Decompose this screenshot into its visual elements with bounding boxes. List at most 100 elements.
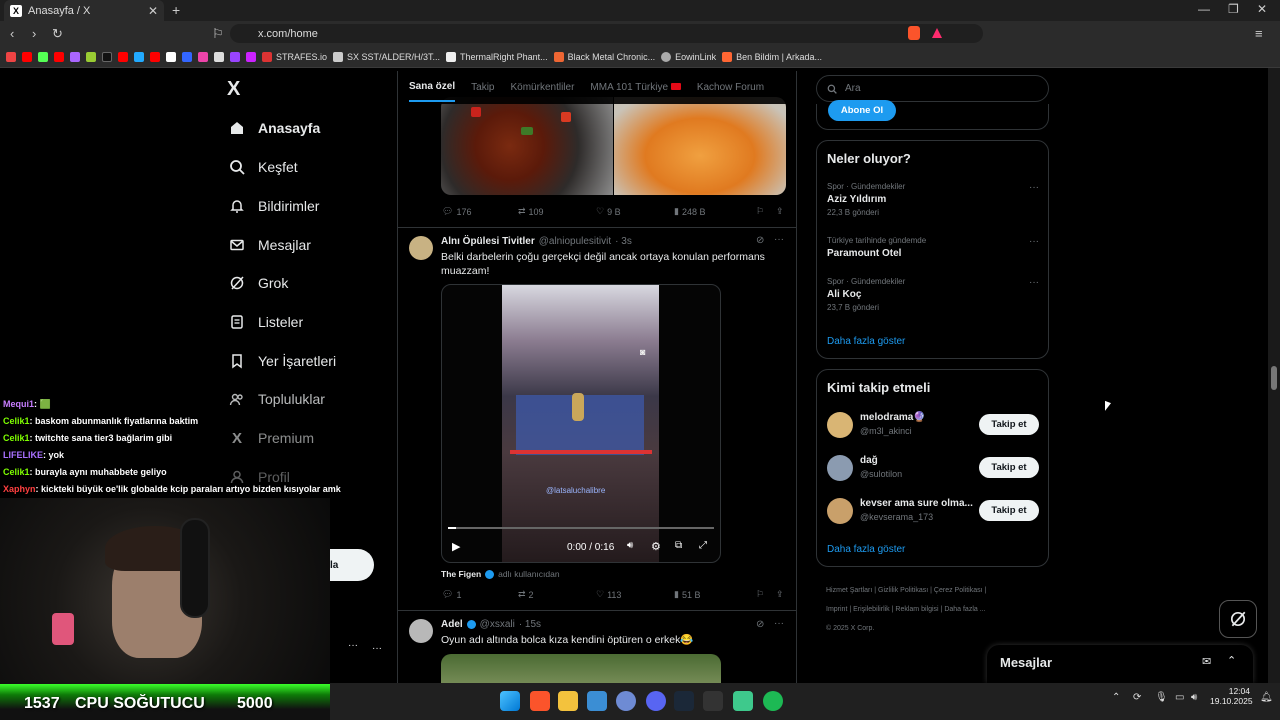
more-icon[interactable]: ··· <box>1029 182 1039 193</box>
x-icon[interactable] <box>166 51 176 62</box>
nav-explore[interactable]: Keşfet <box>228 158 298 176</box>
avatar[interactable] <box>409 236 433 260</box>
avatar[interactable] <box>409 619 433 643</box>
new-tab-button[interactable]: + <box>172 2 180 18</box>
search-input[interactable]: Ara <box>816 75 1049 102</box>
windows-start-icon[interactable] <box>500 691 520 711</box>
trend-item[interactable]: Türkiye tarihinde gündemde Paramount Ote… <box>827 236 1039 259</box>
nav-messages[interactable]: Mesajlar <box>228 236 311 254</box>
attribution-name[interactable]: The Figen <box>441 569 481 579</box>
reply-button[interactable]: 💬︎ 176 <box>442 206 518 217</box>
follow-button[interactable]: Takip et <box>979 457 1039 478</box>
video-player[interactable]: ◙ @latsaluchalibre ▶ 0:00 / 0:16 🔊︎ ⚙ ⧉ … <box>441 284 721 563</box>
follow-suggestion[interactable]: dağ @sulotilon Takip et <box>827 453 1039 483</box>
nav-premium[interactable]: X Premium <box>228 429 314 447</box>
pip-icon[interactable]: ⧉ <box>675 540 682 551</box>
nav-notifications[interactable]: Bildirimler <box>228 197 319 215</box>
network-icon[interactable]: ▭ <box>1175 692 1184 703</box>
food-image-right[interactable] <box>614 97 786 195</box>
author-name[interactable]: Alnı Öpülesi Tivitler <box>441 236 535 247</box>
trend-item[interactable]: Spor · Gündemdekiler Ali Koç 23,7 B gönd… <box>827 277 1039 312</box>
volume-icon[interactable]: 🔊︎ <box>1191 692 1197 703</box>
bookmark-favicon-icon[interactable] <box>86 51 96 62</box>
video-progress-bar[interactable] <box>448 527 714 529</box>
author-name[interactable]: Adel <box>441 619 463 630</box>
like-button[interactable]: ♡ 9 B <box>596 206 674 217</box>
bookmark-favicon-icon[interactable] <box>182 51 192 62</box>
tab-following[interactable]: Takip <box>471 82 494 93</box>
more-icon[interactable]: ··· <box>774 234 784 245</box>
author-handle[interactable]: @xsxali <box>480 619 515 630</box>
views-button[interactable]: ▮ 248 B <box>674 206 756 217</box>
bookmark-page-icon[interactable]: ⚐ <box>212 26 224 42</box>
footer-link[interactable]: Erişilebilirlik <box>853 606 890 613</box>
bookmark-icon[interactable]: ⚐ <box>756 206 776 217</box>
instagram-icon[interactable] <box>198 51 208 62</box>
tray-app-icon[interactable]: ⟳ <box>1133 692 1141 703</box>
follow-show-more-link[interactable]: Daha fazla göster <box>827 544 905 555</box>
settings-icon[interactable]: ⚙ <box>651 540 661 553</box>
twitch-icon[interactable] <box>70 51 80 62</box>
account-more-icon[interactable]: ··· <box>348 640 358 651</box>
page-scrollbar[interactable] <box>1268 68 1280 683</box>
trends-show-more-link[interactable]: Daha fazla göster <box>827 336 905 347</box>
discord-icon[interactable] <box>646 691 666 711</box>
views-button[interactable]: ▮ 51 B <box>674 589 756 600</box>
expand-icon[interactable]: ⌃ <box>1227 654 1236 667</box>
footer-link[interactable]: Çerez Politikası <box>934 587 983 594</box>
messages-dock[interactable]: Mesajlar ✉ ⌃ <box>987 645 1253 683</box>
reply-button[interactable]: 💬︎ 1 <box>442 589 518 600</box>
account-menu-icon[interactable]: ··· <box>372 643 382 654</box>
fullscreen-icon[interactable]: ⤢ <box>699 540 707 551</box>
youtube-icon[interactable] <box>54 51 64 62</box>
subscribe-button[interactable]: Abone Ol <box>828 100 896 121</box>
retweet-button[interactable]: ⇄ 109 <box>518 206 596 217</box>
follow-button[interactable]: Takip et <box>979 500 1039 521</box>
bookmark-item[interactable]: Ben Bildim | Arkada... <box>722 51 822 62</box>
bookmark-favicon-icon[interactable] <box>6 51 16 62</box>
notifications-icon[interactable]: 🔔︎ <box>1260 692 1273 703</box>
nav-bookmarks[interactable]: Yer İşaretleri <box>228 352 336 370</box>
tab-kachow-forum[interactable]: Kachow Forum <box>697 82 764 93</box>
reload-icon[interactable]: ↻ <box>52 26 63 42</box>
nav-lists[interactable]: Listeler <box>228 313 303 331</box>
brave-rewards-icon[interactable] <box>932 28 942 38</box>
more-icon[interactable]: ··· <box>1029 277 1039 288</box>
nav-grok[interactable]: Grok <box>228 274 288 292</box>
photos-icon[interactable] <box>587 691 607 711</box>
nav-home[interactable]: Anasayfa <box>228 119 320 137</box>
bookmark-favicon-icon[interactable] <box>214 51 224 62</box>
browser-tab[interactable]: X Anasayfa / X ✕ <box>4 0 164 21</box>
bookmark-favicon-icon[interactable] <box>230 51 240 62</box>
follow-suggestion[interactable]: kevser ama sure olma... @kevserama_173 T… <box>827 496 1039 526</box>
scrollbar-thumb[interactable] <box>1271 366 1277 390</box>
more-icon[interactable]: ··· <box>774 618 784 629</box>
brave-taskbar-icon[interactable] <box>530 691 550 711</box>
bookmark-item[interactable]: ThermalRight Phant... <box>446 51 548 62</box>
footer-link[interactable]: Gizlilik Politikası <box>878 587 928 594</box>
bookmark-item[interactable]: STRAFES.io <box>262 51 327 62</box>
food-image-left[interactable] <box>441 97 613 195</box>
address-bar[interactable]: x.com/home <box>230 24 983 43</box>
new-message-icon[interactable]: ✉ <box>1202 655 1211 668</box>
brave-shield-icon[interactable] <box>908 26 920 40</box>
app-icon[interactable] <box>703 691 723 711</box>
grok-icon[interactable]: ⊘ <box>756 619 764 630</box>
maximize-icon[interactable]: ❐ <box>1228 2 1239 16</box>
bookmark-favicon-icon[interactable] <box>134 51 144 62</box>
retweet-button[interactable]: ⇄ 2 <box>518 589 596 600</box>
trend-item[interactable]: Spor · Gündemdekiler Aziz Yıldırım 22,3 … <box>827 182 1039 217</box>
app-icon[interactable] <box>733 691 753 711</box>
tweet-time[interactable]: · 15s <box>519 619 541 630</box>
clock[interactable]: 12:04 19.10.2025 <box>1210 686 1253 706</box>
like-button[interactable]: ♡ 113 <box>596 589 674 600</box>
tweet-time[interactable]: · 3s <box>615 236 632 247</box>
spotify-icon[interactable] <box>763 691 783 711</box>
follow-suggestion[interactable]: melodrama🔮 @m3l_akinci Takip et <box>827 410 1039 440</box>
share-icon[interactable]: ⇪ <box>776 206 784 217</box>
tab-for-you[interactable]: Sana özel <box>409 73 456 102</box>
kick-icon[interactable] <box>38 51 48 62</box>
microphone-icon[interactable]: 🎙︎ <box>1155 692 1168 703</box>
youtube-icon[interactable] <box>22 51 32 62</box>
bookmark-item[interactable]: SX SST/ALDER/H/3T... <box>333 51 440 62</box>
